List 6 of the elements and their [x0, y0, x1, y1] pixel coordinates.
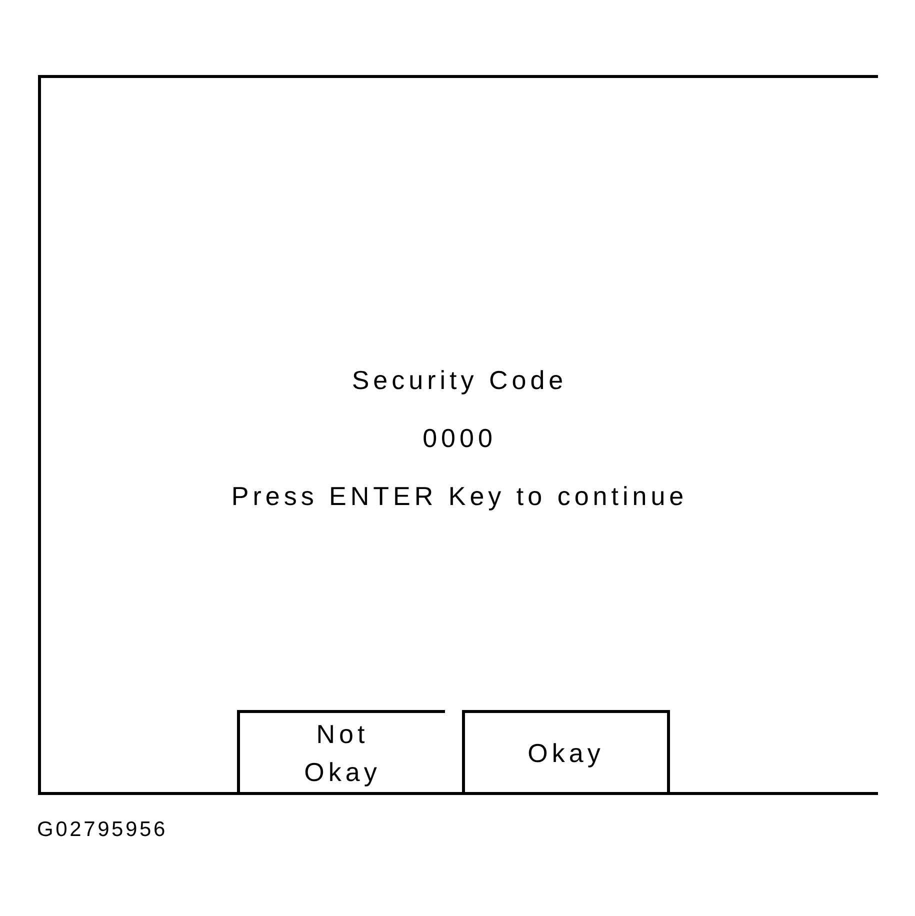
screen-button[interactable]: Not Okay — [237, 710, 445, 792]
screen-button[interactable]: Okay — [462, 710, 670, 792]
figure-id-label: G02795956 — [37, 818, 168, 842]
screen-title: Security Code — [352, 365, 568, 395]
code-value: 0000 — [422, 423, 496, 453]
prompt-text: Press ENTER Key to continue — [231, 481, 688, 511]
